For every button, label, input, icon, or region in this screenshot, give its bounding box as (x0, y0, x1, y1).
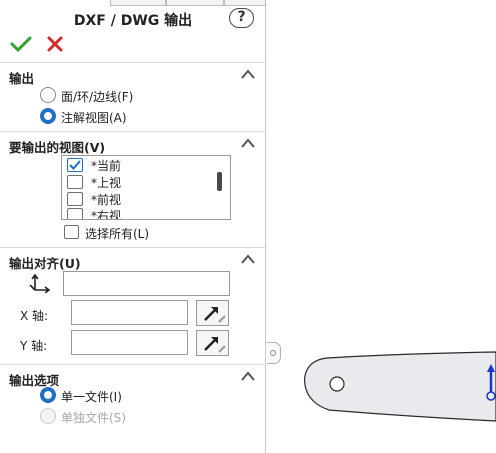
radio-label: 面/环/边线(F) (61, 90, 134, 104)
list-item-label: *右视 (91, 209, 122, 220)
select-all-label: 选择所有(L) (85, 227, 150, 241)
radio-label: 注解视图(A) (61, 111, 127, 125)
y-axis-label: Y 轴: (20, 339, 48, 353)
panel-tab-strip (0, 0, 266, 6)
y-axis-field[interactable] (71, 330, 188, 355)
reverse-direction-icon (204, 337, 226, 353)
radio-annotation-view[interactable] (40, 108, 56, 124)
ok-checkmark-icon[interactable] (10, 35, 32, 53)
section-title: 输出对齐(U) (9, 256, 81, 271)
section-divider (0, 364, 266, 365)
section-title: 输出选项 (9, 373, 60, 388)
section-header-options[interactable]: 输出选项 (0, 367, 266, 389)
panel-title: DXF / DWG 输出 (73, 13, 193, 29)
list-scrollbar-thumb[interactable] (217, 172, 222, 191)
list-item-label: *上视 (91, 176, 122, 190)
list-item-label: *前视 (91, 193, 122, 207)
part-model-view[interactable] (267, 0, 496, 453)
handle-dot-icon (270, 350, 276, 356)
part-hole[interactable] (329, 376, 345, 392)
chevron-up-icon[interactable] (240, 68, 256, 80)
help-icon[interactable]: ? (229, 8, 254, 28)
reverse-direction-icon (204, 307, 226, 323)
section-divider (0, 131, 266, 132)
section-header-align[interactable]: 输出对齐(U) (0, 250, 266, 272)
coordinate-origin-icon (29, 273, 51, 293)
checkbox[interactable] (67, 208, 83, 219)
panel-collapse-handle[interactable] (267, 342, 281, 364)
radio-separate-files (40, 408, 56, 424)
radio-label: 单独文件(S) (61, 411, 126, 425)
cancel-x-icon[interactable] (46, 35, 64, 53)
chevron-up-icon[interactable] (240, 253, 256, 265)
section-header-output[interactable]: 输出 (0, 65, 266, 87)
panel-tab[interactable] (224, 0, 266, 6)
panel-tab[interactable] (166, 0, 224, 6)
checkbox-checked[interactable] (67, 158, 83, 172)
checkbox[interactable] (67, 192, 83, 206)
radio-faces-loops-edges[interactable] (40, 87, 56, 103)
section-header-views[interactable]: 要输出的视图(V) (0, 134, 266, 156)
section-title: 输出 (9, 71, 35, 86)
origin-field[interactable] (63, 271, 230, 296)
panel-tab[interactable] (110, 0, 166, 6)
views-listbox[interactable]: *当前 *上视 *前视 *右视 (61, 155, 231, 220)
y-axis-reverse-button[interactable] (196, 330, 229, 356)
list-item-label: *当前 (91, 159, 122, 173)
section-divider (0, 62, 266, 63)
x-axis-reverse-button[interactable] (196, 300, 229, 326)
chevron-up-icon[interactable] (240, 137, 256, 149)
section-title: 要输出的视图(V) (9, 140, 106, 155)
x-axis-label: X 轴: (20, 309, 49, 323)
select-all-checkbox[interactable] (64, 225, 79, 239)
property-manager-panel: DXF / DWG 输出 ? 输出 面/环/边线(F) 注解视图(A) 要输出的… (0, 0, 266, 453)
radio-single-file[interactable] (40, 387, 56, 403)
section-divider (0, 247, 266, 248)
radio-label: 单一文件(I) (61, 390, 122, 404)
chevron-up-icon[interactable] (240, 370, 256, 382)
checkbox[interactable] (67, 175, 83, 189)
x-axis-field[interactable] (71, 300, 188, 325)
check-icon (69, 160, 81, 170)
graphics-area[interactable] (267, 0, 496, 453)
